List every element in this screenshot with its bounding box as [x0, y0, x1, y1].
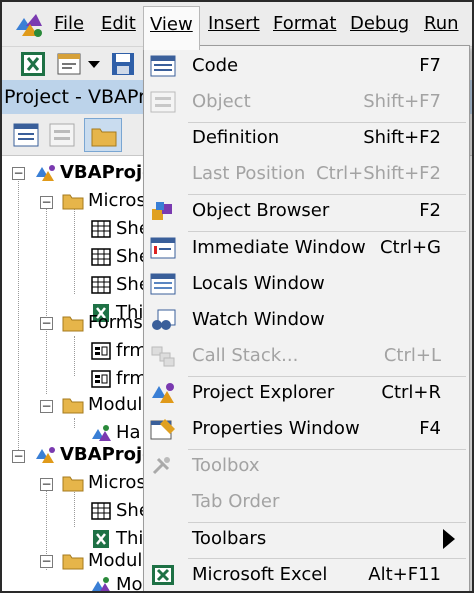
userform-icon	[91, 370, 111, 388]
project-explorer-icon	[152, 383, 174, 403]
view-menu-item-tab-order[interactable]: Tab Order	[144, 484, 469, 520]
view-menu-item-watch-window[interactable]: Watch Window	[144, 302, 469, 338]
tree-expander[interactable]: −	[40, 317, 53, 330]
folder-icon	[91, 128, 117, 147]
view-menu-item-call-stack[interactable]: Call Stack... Ctrl+L	[144, 338, 469, 374]
view-menu-item-object[interactable]: Object Shift+F7	[144, 84, 469, 120]
sheet-icon	[91, 248, 111, 266]
menu-run[interactable]: Run	[424, 12, 459, 36]
folder-icon	[62, 476, 84, 492]
submenu-arrow-icon	[443, 529, 455, 549]
call-stack-icon	[151, 346, 175, 367]
vba-project-icon	[36, 165, 55, 181]
vba-app-icon	[16, 14, 42, 37]
view-menu-dropdown: Code F7 Object Shift+F7 Definition Shift…	[143, 45, 470, 591]
view-menu-item-last-position[interactable]: Last Position Ctrl+Shift+F2	[144, 156, 469, 192]
menu-bar: File Edit View Insert Format Debug Run	[2, 2, 472, 50]
immediate-window-icon	[150, 237, 176, 259]
code-window-icon	[150, 55, 176, 77]
properties-window-icon	[150, 419, 175, 440]
view-menu-item-toolbox[interactable]: Toolbox	[144, 448, 469, 484]
menu-view[interactable]: View	[143, 6, 200, 50]
insert-userform-icon[interactable]	[56, 51, 82, 77]
menu-edit[interactable]: Edit	[101, 12, 136, 36]
sheet-icon	[91, 502, 111, 520]
vba-editor-window: File Edit View Insert Format Debug Run P	[0, 0, 474, 593]
view-menu-item-code[interactable]: Code F7	[144, 48, 469, 84]
view-menu-item-object-browser[interactable]: Object Browser F2	[144, 193, 469, 229]
view-menu-item-locals-window[interactable]: Locals Window	[144, 266, 469, 302]
folder-icon	[62, 398, 84, 414]
menu-debug[interactable]: Debug	[350, 12, 409, 36]
view-code-icon[interactable]	[12, 121, 40, 149]
view-menu-item-properties-window[interactable]: Properties Window F4	[144, 411, 469, 447]
toolbox-icon	[152, 457, 170, 475]
sheet-icon	[91, 220, 111, 238]
module-icon	[92, 577, 110, 591]
menu-format[interactable]: Format	[273, 12, 336, 36]
tree-expander[interactable]: −	[40, 400, 53, 413]
object-icon	[150, 91, 176, 113]
sheet-icon	[91, 276, 111, 294]
object-browser-icon	[152, 202, 172, 220]
folder-icon	[62, 554, 84, 570]
watch-window-icon	[152, 309, 176, 330]
view-menu-item-immediate-window[interactable]: Immediate Window Ctrl+G	[144, 230, 469, 266]
save-icon[interactable]	[110, 51, 136, 77]
view-menu-item-microsoft-excel[interactable]: Microsoft Excel Alt+F11	[144, 557, 469, 591]
vba-project-icon	[36, 447, 55, 463]
excel-icon	[152, 565, 174, 585]
tree-expander[interactable]: −	[12, 167, 25, 180]
folder-icon	[62, 316, 84, 332]
folder-icon	[62, 194, 84, 210]
excel-icon[interactable]	[20, 51, 46, 77]
view-object-icon[interactable]	[48, 121, 76, 149]
tree-expander[interactable]: −	[40, 478, 53, 491]
tree-expander[interactable]: −	[40, 555, 53, 568]
locals-window-icon	[150, 273, 176, 295]
tree-expander[interactable]: −	[12, 450, 25, 463]
view-menu-item-project-explorer[interactable]: Project Explorer Ctrl+R	[144, 375, 469, 411]
menu-insert[interactable]: Insert	[208, 12, 260, 36]
tree-expander[interactable]: −	[40, 196, 53, 209]
toggle-folders-button[interactable]	[84, 118, 122, 152]
menu-file[interactable]: File	[54, 12, 84, 36]
chevron-down-icon[interactable]	[86, 51, 102, 77]
view-menu-item-toolbars[interactable]: Toolbars	[144, 521, 469, 557]
userform-icon	[91, 342, 111, 360]
view-menu-item-definition[interactable]: Definition Shift+F2	[144, 120, 469, 156]
